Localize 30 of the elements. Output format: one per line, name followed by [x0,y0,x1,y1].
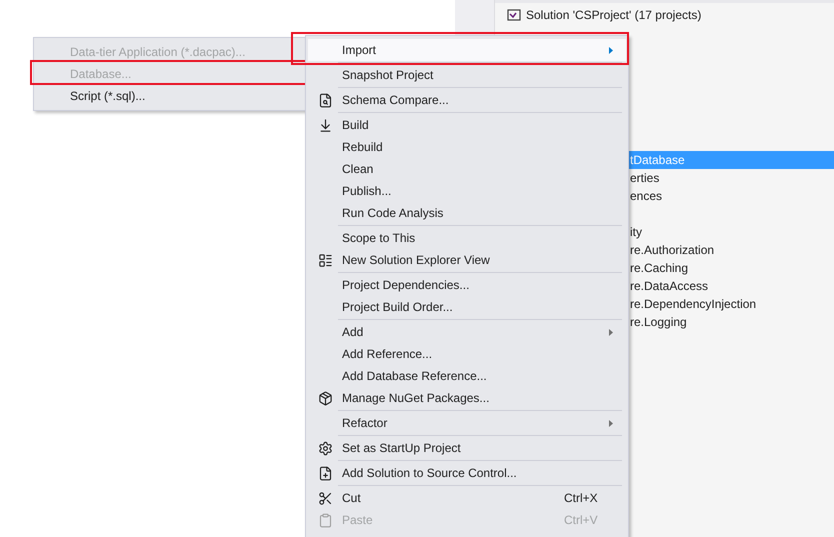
menu-item[interactable]: Cut Ctrl+X [308,487,626,509]
window-list-icon [318,252,332,268]
menu-item[interactable]: Script (*.sql)... [34,85,307,107]
menu-item[interactable]: Snapshot Project [308,64,626,86]
file-plus-icon [318,466,332,480]
shortcut-text: Ctrl+V [564,512,599,529]
settings-icon [318,440,332,456]
menu-item[interactable]: Manage NuGet Packages... [308,387,626,409]
menu-item[interactable]: Publish... [308,180,626,202]
menu-item[interactable]: Add Solution to Source Control... [308,462,626,484]
menu-item[interactable]: New Solution Explorer View [308,249,626,271]
menu-item[interactable]: Add Database Reference... [308,365,626,387]
scissors-icon [318,490,332,506]
menu-item[interactable]: Import [308,39,626,61]
clipboard-icon [318,512,332,528]
menu-item[interactable]: Scope to This [308,227,626,249]
package-icon [318,390,332,406]
solution-title: Solution 'CSProject' (17 projects) [526,7,702,24]
menu-item[interactable]: Schema Compare... [308,89,626,111]
menu-item[interactable]: Run Code Analysis [308,202,626,224]
download-tray-icon [318,118,332,132]
menu-item[interactable]: Project Dependencies... [308,274,626,296]
search-document-icon [318,92,332,108]
menu-item[interactable]: Refactor [308,412,626,434]
menu-item[interactable]: Set as StartUp Project [308,437,626,459]
shortcut-text: Ctrl+X [564,490,599,507]
menu-item[interactable]: Add [308,321,626,343]
menu-item[interactable]: Project Build Order... [308,296,626,318]
menu-item[interactable]: Build [308,114,626,136]
menu-item[interactable]: Add Reference... [308,343,626,365]
